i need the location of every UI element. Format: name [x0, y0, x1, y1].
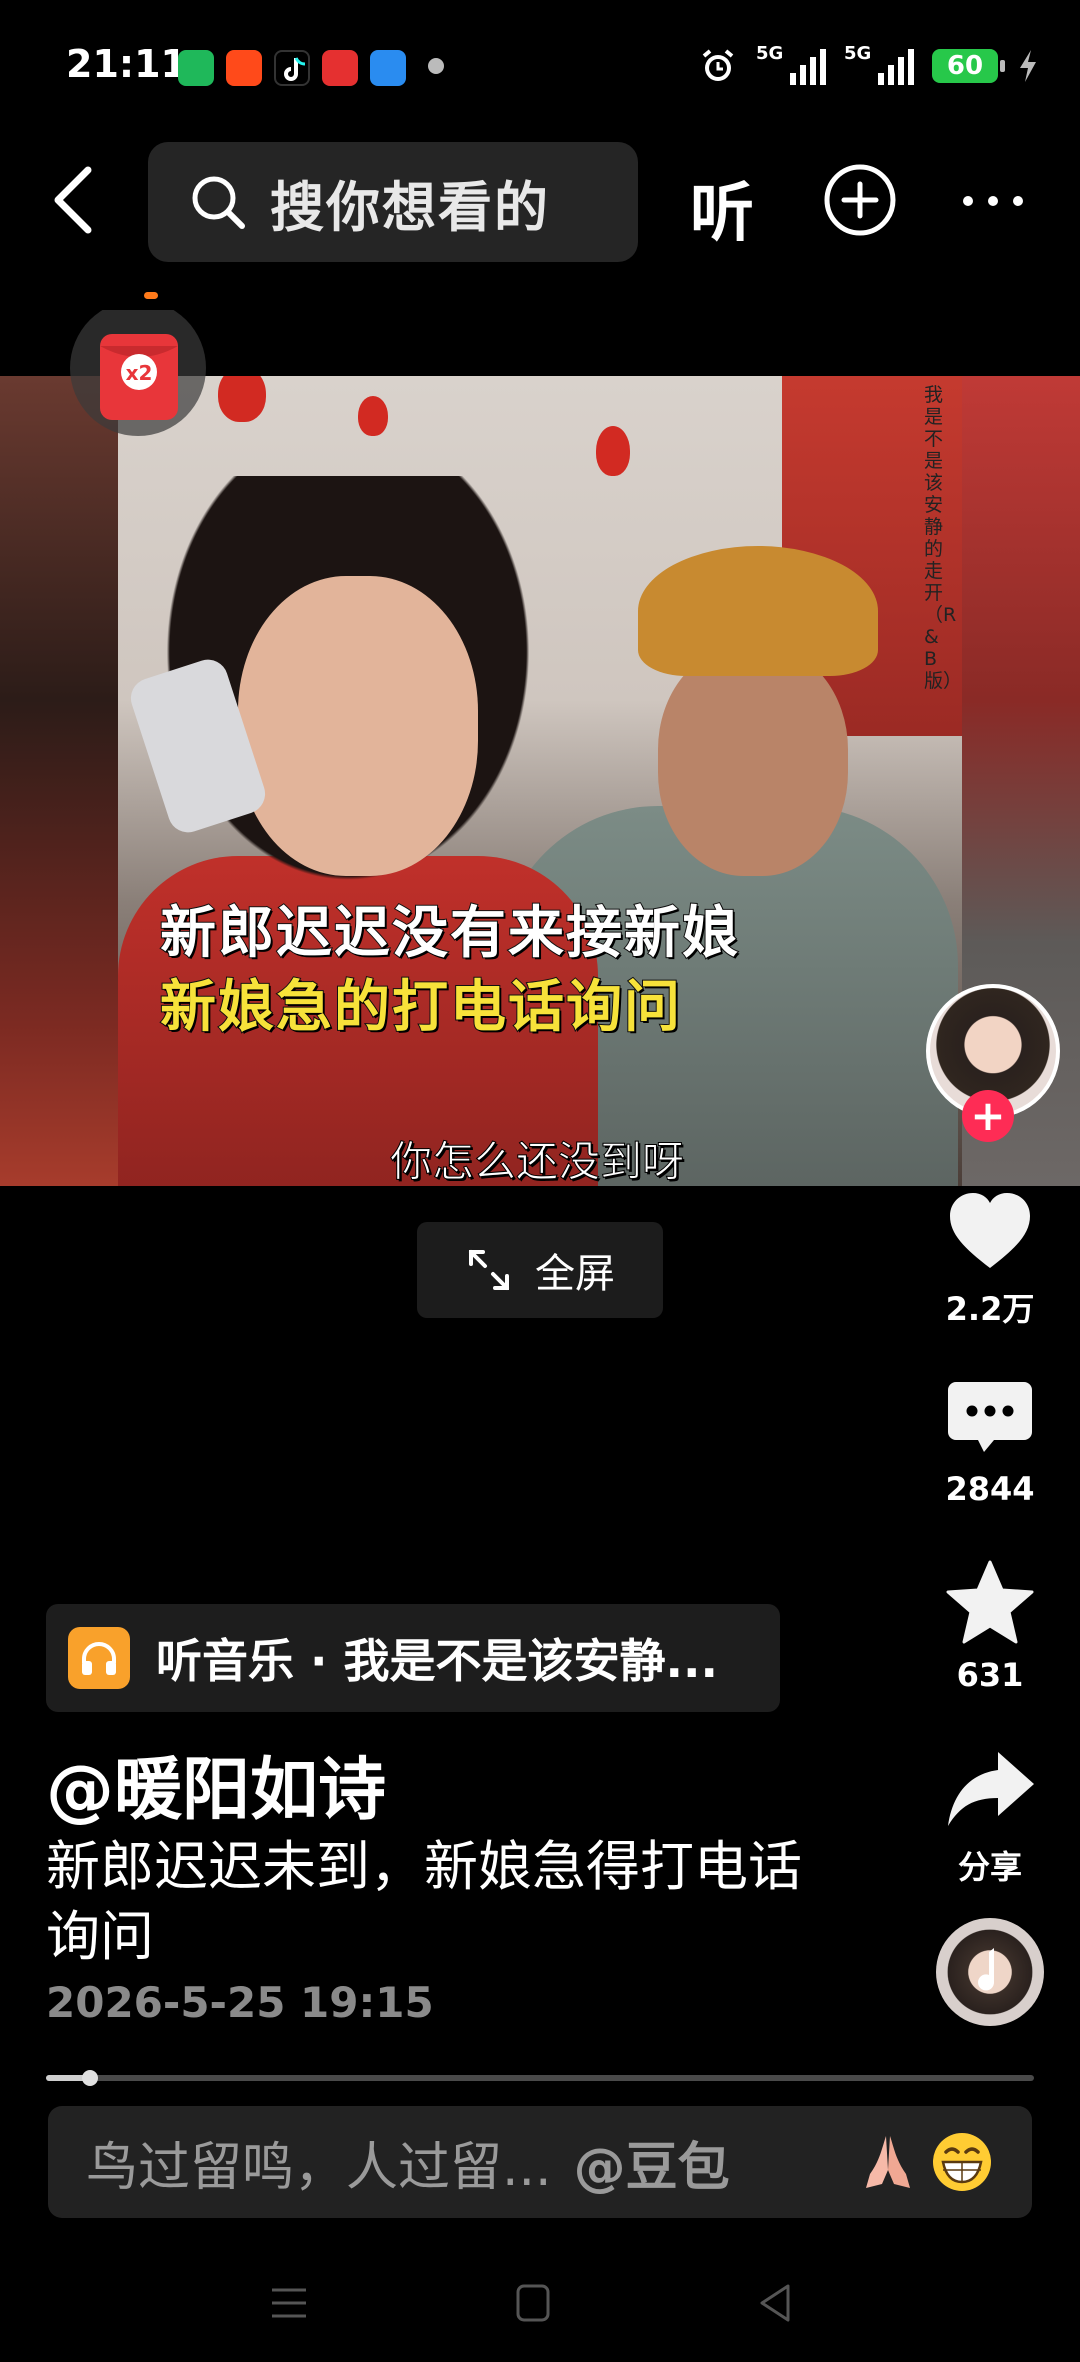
video-description: 新郎迟迟未到，新娘急得打电话询问	[46, 1835, 802, 1968]
signal-1: 5G	[756, 43, 826, 85]
home-icon[interactable]	[508, 2278, 558, 2328]
doubao-mention[interactable]: @豆包	[574, 2125, 730, 2200]
video-subtitle: 你怎么还没到呀	[389, 1137, 685, 1187]
signal-2: 5G	[844, 43, 914, 85]
author-name[interactable]: @暖阳如诗	[46, 1734, 386, 1833]
music-disc[interactable]	[936, 1918, 1044, 2026]
grin-emoji-icon[interactable]	[930, 2130, 994, 2194]
listen-button[interactable]: 听	[690, 162, 754, 254]
video-frame: 我是不是该安静的走开（R&B版） 新郎迟迟没有来接新娘 新娘急的打电话询问 你怎…	[118, 376, 962, 1186]
expand-icon	[469, 1250, 509, 1290]
badge-multiplier: x2	[126, 361, 153, 385]
taobao-notification-icon	[226, 50, 262, 86]
app-notification-icon	[178, 50, 214, 86]
more-notifications-dot	[428, 58, 444, 74]
charging-icon	[1020, 50, 1036, 82]
search-input[interactable]: 搜你想看的	[148, 142, 638, 262]
music-link[interactable]: 听音乐 · 我是不是该安静...	[46, 1604, 780, 1712]
heart-icon	[950, 1193, 1030, 1268]
comment-button[interactable]: 2844	[930, 1372, 1050, 1508]
share-label: 分享	[957, 1848, 1022, 1886]
status-right: 5G 5G 60	[698, 43, 1040, 88]
fullscreen-label: 全屏	[535, 1251, 615, 1297]
share-button[interactable]: 分享	[930, 1744, 1050, 1888]
headphones-icon	[68, 1627, 130, 1689]
top-nav: 搜你想看的 听	[0, 140, 1080, 262]
back-triangle-icon[interactable]	[752, 2278, 802, 2328]
video-player[interactable]: 我是不是该安静的走开（R&B版） 新郎迟迟没有来接新娘 新娘急的打电话询问 你怎…	[0, 376, 1080, 1186]
comment-placeholder: 鸟过留鸣，人过留...	[86, 2137, 552, 2198]
share-icon	[948, 1752, 1034, 1826]
woman-face	[238, 576, 478, 876]
star-icon	[946, 1560, 1034, 1644]
man-face	[658, 646, 848, 876]
indicator-mark	[144, 292, 158, 299]
back-arrow-icon[interactable]	[40, 160, 110, 240]
follow-button[interactable]: +	[962, 1090, 1014, 1142]
more-icon[interactable]	[958, 166, 1028, 236]
battery-indicator: 60	[932, 49, 1005, 83]
game-notification-icon	[322, 50, 358, 86]
screen: 21:11 5G 5G 60 搜你想看的 听 我是不是该安静的走开（R&B版） …	[0, 0, 1080, 2362]
comment-input[interactable]: 鸟过留鸣，人过留... @豆包	[48, 2106, 1032, 2218]
comment-count: 2844	[945, 1470, 1035, 1508]
lantern-decoration	[218, 376, 266, 422]
music-note-icon	[978, 1948, 995, 1991]
music-title: 听音乐 · 我是不是该安静...	[156, 1634, 718, 1688]
progress-bar[interactable]	[46, 2070, 1034, 2086]
like-button[interactable]: 2.2万	[930, 1186, 1050, 1330]
video-blur-left	[0, 376, 118, 1186]
browser-notification-icon	[370, 50, 406, 86]
post-datetime: 2026-5-25 19:15	[46, 1978, 434, 2027]
plus-circle-icon[interactable]	[822, 162, 898, 238]
system-nav-bar	[0, 2250, 1080, 2362]
red-packet-badge[interactable]: x2	[66, 310, 216, 440]
alarm-icon	[702, 49, 734, 81]
video-caption-line1: 新郎迟迟没有来接新娘	[159, 900, 740, 967]
tiktok-notification-icon	[274, 50, 310, 86]
status-bar: 21:11 5G 5G 60	[0, 0, 1080, 130]
search-placeholder: 搜你想看的	[270, 175, 550, 239]
progress-knob[interactable]	[82, 2070, 99, 2086]
pray-emoji-icon[interactable]	[856, 2130, 920, 2194]
man-hat	[638, 546, 878, 676]
menu-icon[interactable]	[264, 2278, 314, 2328]
fullscreen-button[interactable]: 全屏	[417, 1222, 663, 1318]
like-count: 2.2万	[945, 1290, 1035, 1328]
video-caption-line2: 新娘急的打电话询问	[159, 974, 682, 1041]
lantern-decoration	[596, 426, 630, 476]
video-side-text: 我是不是该安静的走开（R&B版）	[924, 384, 962, 692]
status-time: 21:11	[66, 42, 187, 86]
lantern-decoration	[358, 396, 388, 436]
favorite-button[interactable]: 631	[930, 1558, 1050, 1694]
favorite-count: 631	[956, 1656, 1024, 1694]
comment-icon	[948, 1382, 1032, 1452]
search-icon	[192, 176, 245, 229]
